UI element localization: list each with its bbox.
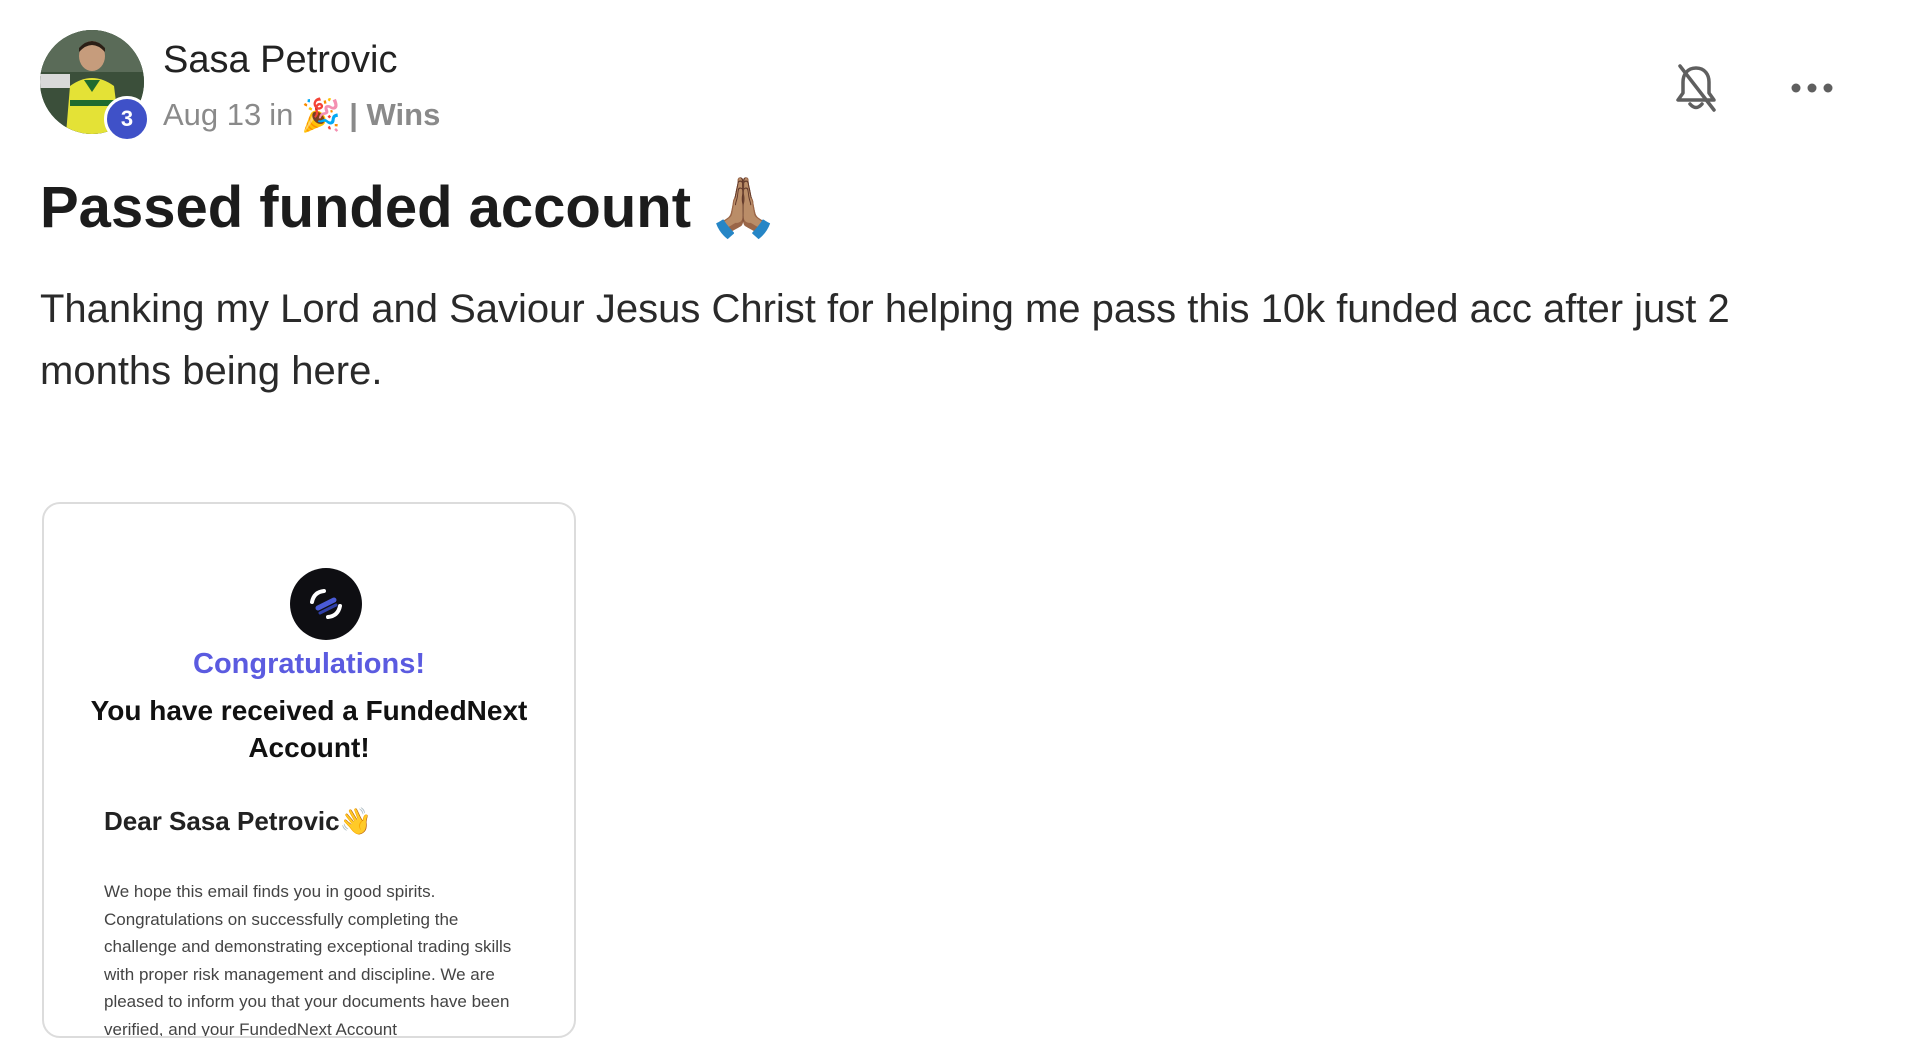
post-title: Passed funded account 🙏🏽 [40, 175, 780, 240]
post-card: 3 Sasa Petrovic Aug 13 in 🎉 | Wins Passe… [0, 0, 1920, 1052]
fundednext-logo-icon [290, 568, 362, 640]
author-avatar-wrap[interactable]: 3 [40, 30, 150, 142]
post-body: Thanking my Lord and Saviour Jesus Chris… [40, 287, 1730, 393]
meta-in-label: in [269, 97, 294, 132]
post-header-actions [1668, 60, 1840, 116]
post-date: Aug 13 [163, 97, 262, 132]
attachment-heading: You have received a FundedNext Account! [90, 695, 528, 763]
attachment-body-text: We hope this email finds you in good spi… [104, 882, 512, 1038]
category-link[interactable]: | Wins [349, 95, 440, 135]
notifications-toggle-button[interactable] [1668, 60, 1724, 116]
attachment-congrats: Congratulations! [193, 648, 425, 680]
bell-off-icon [1676, 64, 1716, 112]
author-name[interactable]: Sasa Petrovic [163, 37, 397, 83]
level-badge: 3 [104, 96, 150, 142]
image-attachment[interactable]: Congratulations! You have received a Fun… [42, 502, 576, 1038]
category-emoji: 🎉 [301, 97, 342, 133]
more-options-button[interactable] [1784, 60, 1840, 116]
post-meta: Aug 13 in 🎉 | Wins [163, 95, 440, 135]
more-horizontal-icon [1791, 83, 1833, 93]
attachment-greeting: Dear Sasa Petrovic👋 [104, 806, 372, 836]
